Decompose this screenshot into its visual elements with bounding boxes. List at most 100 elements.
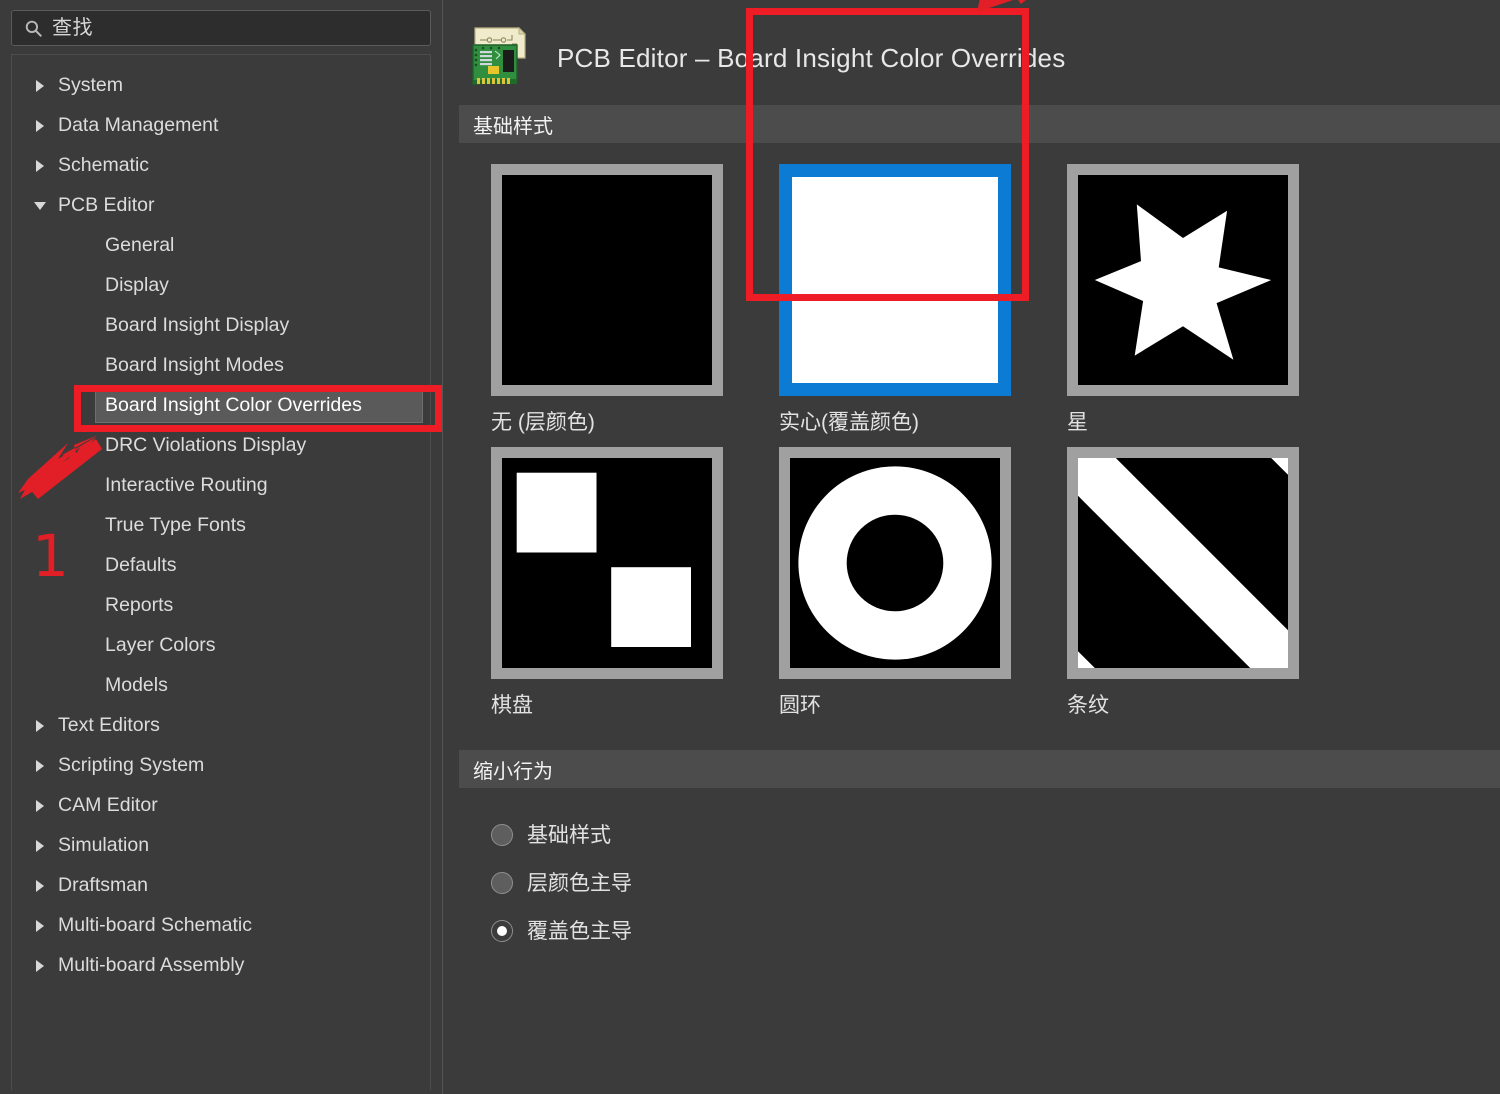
sidebar-item-multi-board-assembly[interactable]: Multi-board Assembly	[12, 946, 430, 986]
sidebar-item-cam-editor[interactable]: CAM Editor	[12, 786, 430, 826]
chevron-right-icon[interactable]	[34, 760, 46, 772]
swatch-preview-ring	[790, 458, 1000, 668]
swatch-cell[interactable]: 实心(覆盖颜色)	[747, 164, 1035, 433]
sidebar-item-simulation[interactable]: Simulation	[12, 826, 430, 866]
sidebar-item-label: CAM Editor	[58, 796, 158, 816]
radio-button-icon[interactable]	[491, 824, 513, 846]
radio-option[interactable]: 覆盖色主导	[491, 907, 1500, 955]
chevron-right-icon[interactable]	[34, 160, 46, 172]
search-input-value: 查找	[52, 18, 93, 38]
sidebar-item-pcb-editor[interactable]: PCB Editor	[12, 186, 430, 226]
swatch-label: 条纹	[1067, 695, 1323, 716]
sidebar-item-interactive-routing[interactable]: Interactive Routing	[12, 466, 430, 506]
radio-option-label: 层颜色主导	[527, 873, 632, 894]
swatch-label: 棋盘	[491, 695, 747, 716]
chevron-right-icon[interactable]	[34, 960, 46, 972]
swatch-cell[interactable]: 圆环	[747, 447, 1035, 716]
sidebar-item-system[interactable]: System	[12, 66, 430, 106]
sidebar-item-label: Interactive Routing	[105, 476, 268, 496]
sidebar-item-label: DRC Violations Display	[105, 436, 306, 456]
search-icon	[25, 20, 42, 37]
swatch-preview-star	[1078, 175, 1288, 385]
sidebar-item-text-editors[interactable]: Text Editors	[12, 706, 430, 746]
section-header-base-style: 基础样式	[459, 105, 1500, 143]
sidebar-item-general[interactable]: General	[12, 226, 430, 266]
page-header: PCB Editor – Board Insight Color Overrid…	[443, 0, 1500, 76]
sidebar-item-label: Models	[105, 676, 168, 696]
swatch-preview-solid-white	[792, 177, 998, 383]
radio-option-label: 覆盖色主导	[527, 921, 632, 942]
sidebar-item-true-type-fonts[interactable]: True Type Fonts	[12, 506, 430, 546]
sidebar-item-label: True Type Fonts	[105, 516, 246, 536]
sidebar-item-schematic[interactable]: Schematic	[12, 146, 430, 186]
preferences-window: 查找 System Data Management Schematic PCB Edi…	[0, 0, 1500, 1094]
sidebar-item-label: Display	[105, 276, 169, 296]
chevron-right-icon[interactable]	[34, 920, 46, 932]
swatch-cell[interactable]: 棋盘	[459, 447, 747, 716]
sidebar-item-label: PCB Editor	[58, 196, 154, 216]
settings-tree: System Data Management Schematic PCB Editor…	[11, 54, 431, 1090]
swatch-preview-stripe	[1078, 458, 1288, 668]
sidebar-item-label: Board Insight Display	[105, 316, 289, 336]
sidebar-item-multi-board-schematic[interactable]: Multi-board Schematic	[12, 906, 430, 946]
swatch-stripe[interactable]	[1067, 447, 1299, 679]
radio-option-label: 基础样式	[527, 825, 611, 846]
sidebar-item-label: Simulation	[58, 836, 149, 856]
swatch-solid-white[interactable]	[779, 164, 1011, 396]
sidebar-item-data-management[interactable]: Data Management	[12, 106, 430, 146]
sidebar-item-label: Draftsman	[58, 876, 148, 896]
pcb-board-icon	[467, 24, 535, 92]
sidebar-item-models[interactable]: Models	[12, 666, 430, 706]
chevron-right-icon[interactable]	[34, 720, 46, 732]
radio-option[interactable]: 基础样式	[491, 811, 1500, 859]
sidebar-item-label: Defaults	[105, 556, 177, 576]
preferences-sidebar: 查找 System Data Management Schematic PCB Edi…	[0, 0, 443, 1094]
sidebar-item-label: Text Editors	[58, 716, 160, 736]
sidebar-item-draftsman[interactable]: Draftsman	[12, 866, 430, 906]
radio-button-icon[interactable]	[491, 920, 513, 942]
base-style-swatch-grid: 无 (层颜色) 实心(覆盖颜色) 星棋盘 圆环 条纹	[459, 164, 1500, 716]
chevron-right-icon[interactable]	[34, 840, 46, 852]
sidebar-item-board-insight-display[interactable]: Board Insight Display	[12, 306, 430, 346]
sidebar-item-label: Board Insight Color Overrides	[105, 396, 362, 416]
radio-button-icon[interactable]	[491, 872, 513, 894]
sidebar-item-label: Reports	[105, 596, 173, 616]
swatch-ring[interactable]	[779, 447, 1011, 679]
sidebar-item-board-insight-modes[interactable]: Board Insight Modes	[12, 346, 430, 386]
zoom-behavior-radio-group: 基础样式层颜色主导覆盖色主导	[459, 811, 1500, 955]
swatch-solid-black[interactable]	[491, 164, 723, 396]
swatch-preview-solid-black	[502, 175, 712, 385]
sidebar-item-scripting-system[interactable]: Scripting System	[12, 746, 430, 786]
chevron-right-icon[interactable]	[34, 80, 46, 92]
preferences-main-pane: PCB Editor – Board Insight Color Overrid…	[443, 0, 1500, 1094]
sidebar-item-label: Layer Colors	[105, 636, 216, 656]
search-input[interactable]: 查找	[11, 10, 431, 46]
swatch-label: 星	[1067, 412, 1323, 433]
chevron-down-icon[interactable]	[34, 200, 46, 212]
sidebar-item-display[interactable]: Display	[12, 266, 430, 306]
page-title: PCB Editor – Board Insight Color Overrid…	[557, 43, 1065, 74]
swatch-cell[interactable]: 无 (层颜色)	[459, 164, 747, 433]
sidebar-item-label: Board Insight Modes	[105, 356, 284, 376]
sidebar-item-label: Data Management	[58, 116, 218, 136]
swatch-cell[interactable]: 星	[1035, 164, 1323, 433]
sidebar-item-board-insight-color-overrides[interactable]: Board Insight Color Overrides	[12, 386, 430, 426]
sidebar-item-defaults[interactable]: Defaults	[12, 546, 430, 586]
swatch-checkerboard[interactable]	[491, 447, 723, 679]
radio-option[interactable]: 层颜色主导	[491, 859, 1500, 907]
swatch-label: 无 (层颜色)	[491, 412, 747, 433]
swatch-star[interactable]	[1067, 164, 1299, 396]
sidebar-item-drc-violations-display[interactable]: DRC Violations Display	[12, 426, 430, 466]
sidebar-item-label: System	[58, 76, 123, 96]
swatch-label: 实心(覆盖颜色)	[779, 412, 1035, 433]
sidebar-item-layer-colors[interactable]: Layer Colors	[12, 626, 430, 666]
section-header-zoom-behavior: 缩小行为	[459, 750, 1500, 788]
swatch-label: 圆环	[779, 695, 1035, 716]
sidebar-item-label: Multi-board Assembly	[58, 956, 244, 976]
sidebar-item-label: Multi-board Schematic	[58, 916, 252, 936]
chevron-right-icon[interactable]	[34, 880, 46, 892]
chevron-right-icon[interactable]	[34, 120, 46, 132]
sidebar-item-reports[interactable]: Reports	[12, 586, 430, 626]
chevron-right-icon[interactable]	[34, 800, 46, 812]
swatch-cell[interactable]: 条纹	[1035, 447, 1323, 716]
